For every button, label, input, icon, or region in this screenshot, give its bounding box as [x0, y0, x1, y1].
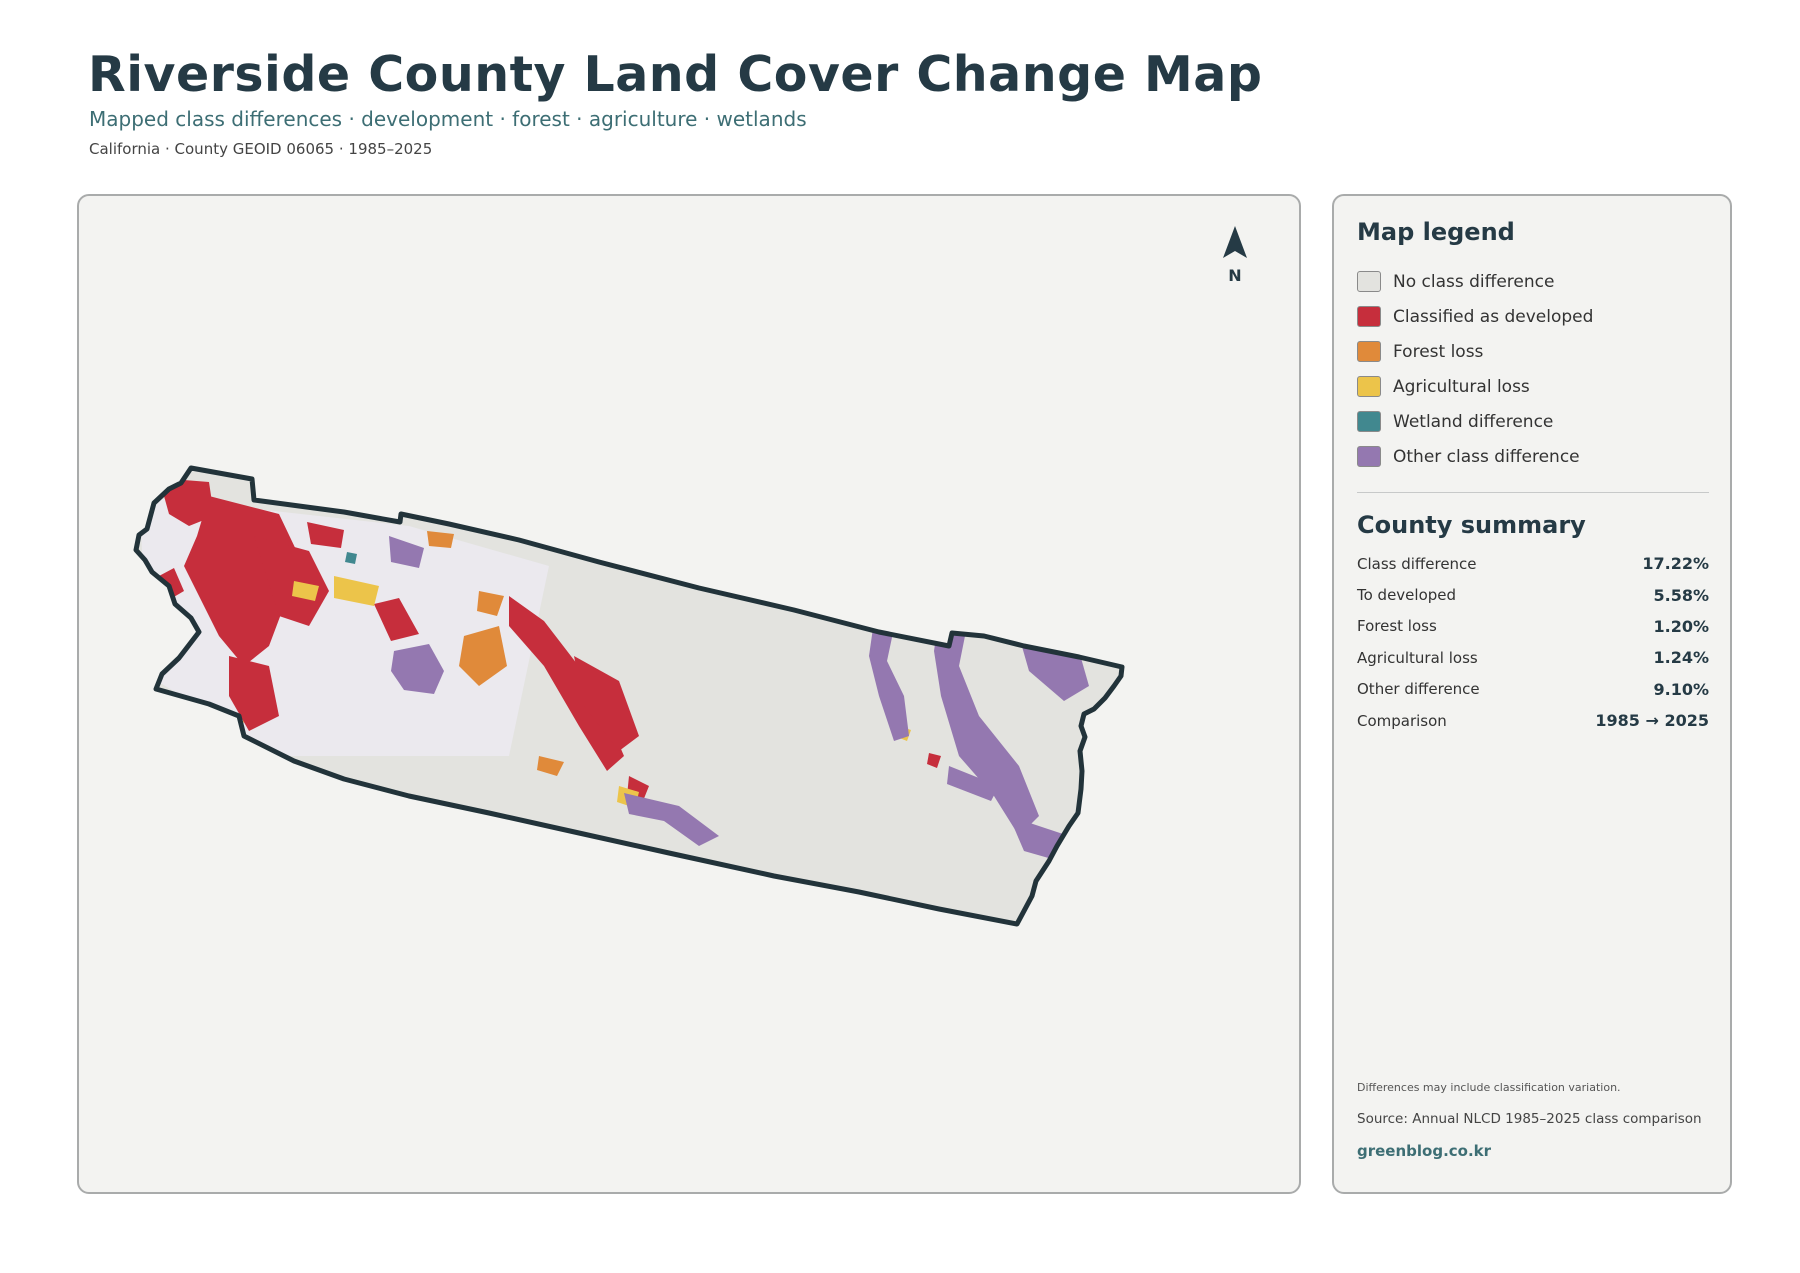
summary-table: Class difference 17.22% To developed 5.5… — [1357, 548, 1709, 736]
summary-row: Agricultural loss 1.24% — [1357, 642, 1709, 673]
legend-item: No class difference — [1357, 264, 1707, 299]
legend-title: Map legend — [1357, 218, 1515, 246]
summary-row: To developed 5.58% — [1357, 579, 1709, 610]
summary-label: Comparison — [1357, 711, 1447, 730]
north-arrow: N — [1220, 224, 1250, 285]
north-arrow-icon — [1223, 226, 1247, 258]
legend-label: No class difference — [1393, 271, 1555, 292]
website-link[interactable]: greenblog.co.kr — [1357, 1142, 1491, 1160]
summary-row: Class difference 17.22% — [1357, 548, 1709, 579]
page-meta: California · County GEOID 06065 · 1985–2… — [89, 140, 433, 158]
summary-row: Comparison 1985 → 2025 — [1357, 705, 1709, 736]
wetland-patch — [345, 552, 357, 564]
legend-swatch-no-difference — [1357, 271, 1381, 292]
legend-item: Agricultural loss — [1357, 369, 1707, 404]
map-panel[interactable] — [77, 194, 1301, 1194]
legend-item: Forest loss — [1357, 334, 1707, 369]
legend-divider — [1357, 492, 1709, 493]
legend-swatch-agricultural-loss — [1357, 376, 1381, 397]
legend-label: Classified as developed — [1393, 306, 1594, 327]
summary-value: 1.20% — [1653, 616, 1709, 636]
legend-swatch-other — [1357, 446, 1381, 467]
source-credit: Source: Annual NLCD 1985–2025 class comp… — [1357, 1111, 1702, 1127]
legend-item: Classified as developed — [1357, 299, 1707, 334]
legend-label: Wetland difference — [1393, 411, 1554, 432]
summary-title: County summary — [1357, 511, 1586, 539]
summary-value: 17.22% — [1642, 554, 1709, 574]
summary-value: 1985 → 2025 — [1595, 711, 1709, 731]
summary-value: 5.58% — [1653, 585, 1709, 605]
legend-swatch-forest-loss — [1357, 341, 1381, 362]
summary-label: Other difference — [1357, 680, 1480, 699]
summary-label: Forest loss — [1357, 617, 1437, 636]
agricultural-loss-patch — [1077, 836, 1104, 864]
legend-label: Agricultural loss — [1393, 376, 1530, 397]
page-subtitle: Mapped class differences · development ·… — [89, 107, 807, 131]
summary-value: 1.24% — [1653, 648, 1709, 668]
legend-list: No class difference Classified as develo… — [1357, 264, 1707, 474]
legend-item: Other class difference — [1357, 439, 1707, 474]
legend-label: Forest loss — [1393, 341, 1484, 362]
summary-row: Other difference 9.10% — [1357, 674, 1709, 705]
north-label: N — [1228, 266, 1242, 285]
summary-label: Agricultural loss — [1357, 648, 1478, 667]
legend-swatch-wetland — [1357, 411, 1381, 432]
summary-value: 9.10% — [1653, 679, 1709, 699]
legend-panel: Map legend No class difference Classifie… — [1332, 194, 1732, 1194]
summary-label: To developed — [1357, 586, 1457, 605]
legend-swatch-developed — [1357, 306, 1381, 327]
summary-row: Forest loss 1.20% — [1357, 611, 1709, 642]
classification-note: Differences may include classification v… — [1357, 1081, 1621, 1094]
legend-label: Other class difference — [1393, 446, 1580, 467]
summary-label: Class difference — [1357, 554, 1477, 573]
page-title: Riverside County Land Cover Change Map — [88, 46, 1263, 103]
legend-item: Wetland difference — [1357, 404, 1707, 439]
county-map[interactable] — [79, 196, 1301, 1194]
